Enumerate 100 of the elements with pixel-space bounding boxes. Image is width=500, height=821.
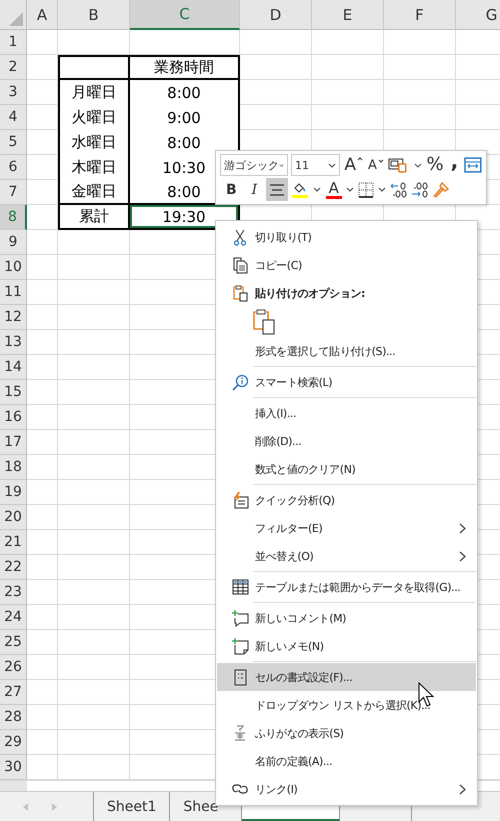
format-cells-icon [234, 668, 246, 686]
borders-icon[interactable] [358, 182, 374, 198]
caret-icon[interactable] [313, 187, 322, 192]
menu-item[interactable]: 新しいコメント(M) [217, 604, 476, 632]
menu-item[interactable]: 新しいメモ(N) [217, 632, 476, 660]
caret-down-icon [378, 158, 384, 162]
row-header[interactable]: 26 [0, 655, 27, 680]
menu-item[interactable]: セルの書式設定(F)... [217, 663, 476, 691]
row-header[interactable]: 4 [0, 105, 27, 130]
row-header[interactable]: 3 [0, 80, 27, 105]
decrease-font-size-button[interactable]: A [367, 158, 385, 172]
menu-item[interactable]: 挿入(I)... [217, 399, 476, 427]
row-header[interactable]: 6 [0, 155, 27, 180]
table-cell: 月曜日 [58, 80, 130, 105]
menu-item[interactable]: 並べ替え(O) [217, 542, 476, 570]
sheet-tab[interactable]: Sheet1 [94, 792, 170, 821]
row-header[interactable]: 23 [0, 580, 27, 605]
table-cell: 業務時間 [130, 55, 240, 80]
menu-item[interactable]: クイック分析(Q) [217, 486, 476, 514]
menu-item[interactable]: スマート検索(L) [217, 368, 476, 396]
row-header[interactable]: 11 [0, 280, 27, 305]
row-header[interactable]: 16 [0, 405, 27, 430]
row-header[interactable]: 18 [0, 455, 27, 480]
table-cell [58, 55, 130, 80]
caret-icon[interactable] [346, 187, 354, 192]
new-comment-icon [232, 610, 248, 626]
row-header[interactable]: 14 [0, 355, 27, 380]
row-header[interactable]: 12 [0, 305, 27, 330]
menu-item[interactable]: 名前の定義(A)... [217, 747, 476, 775]
caret-icon[interactable] [378, 187, 386, 192]
column-header[interactable]: C [130, 0, 240, 30]
font-size-dropdown[interactable]: 11 [291, 154, 340, 176]
column-header[interactable]: D [240, 0, 312, 30]
row-header[interactable]: 9 [0, 230, 27, 255]
row-header[interactable]: 7 [0, 180, 27, 205]
column-header[interactable]: E [312, 0, 384, 30]
increase-decimal-icon[interactable] [411, 182, 430, 198]
paste-option-button[interactable] [253, 308, 275, 336]
menu-section-header: 貼り付けのオプション: [255, 286, 366, 300]
table-cell: 9:00 [130, 105, 240, 130]
row-header[interactable]: 21 [0, 530, 27, 555]
column-header[interactable]: B [58, 0, 130, 30]
caret-up-icon [357, 156, 364, 160]
row-header[interactable]: 13 [0, 330, 27, 355]
scissors-icon [234, 228, 246, 246]
row-header[interactable]: 25 [0, 630, 27, 655]
clipboard-icon [232, 284, 248, 302]
row-header[interactable]: 27 [0, 680, 27, 705]
align-center-icon [269, 182, 286, 196]
row-header[interactable]: 17 [0, 430, 27, 455]
table-cell: 累計 [58, 205, 130, 230]
percent-style-button[interactable]: % [426, 156, 445, 174]
align-center-button[interactable] [266, 178, 288, 201]
column-header[interactable]: F [384, 0, 456, 30]
copy-icon [232, 256, 248, 274]
decrease-decimal-icon[interactable] [390, 182, 408, 198]
caret-icon[interactable] [414, 162, 422, 168]
wrap-text-icon[interactable] [464, 157, 482, 173]
menu-item[interactable]: テーブルまたは範囲からデータを取得(G)... [217, 573, 476, 601]
menu-item[interactable]: 数式と値のクリア(N) [217, 455, 476, 483]
link-icon [231, 782, 249, 796]
table-cell: 水曜日 [58, 130, 130, 155]
table-cell: 火曜日 [58, 105, 130, 130]
column-header[interactable]: A [27, 0, 58, 30]
menu-item[interactable]: 削除(D)... [217, 427, 476, 455]
increase-font-size-button[interactable]: A [343, 156, 364, 174]
comma-style-button[interactable]: , [448, 151, 462, 171]
row-header[interactable]: 2 [0, 55, 27, 80]
row-header[interactable]: 19 [0, 480, 27, 505]
column-header[interactable]: G [456, 0, 500, 30]
row-header[interactable]: 8 [0, 205, 27, 230]
table-cell: 8:00 [130, 80, 240, 105]
menu-item[interactable]: 形式を選択して貼り付け(S)... [217, 337, 476, 365]
caret-icon [328, 162, 336, 168]
row-header[interactable]: 24 [0, 605, 27, 630]
phonetic-guide-icon [234, 725, 246, 741]
row-header[interactable]: 30 [0, 755, 27, 780]
row-header[interactable]: 22 [0, 555, 27, 580]
menu-item[interactable]: ドロップダウン リストから選択(K)... [217, 691, 476, 719]
table-icon [232, 579, 248, 595]
row-header[interactable]: 15 [0, 380, 27, 405]
new-note-icon [232, 638, 248, 654]
menu-item[interactable]: フィルター(E) [217, 514, 476, 542]
menu-item[interactable]: ふりがなの表示(S) [217, 719, 476, 747]
row-header[interactable]: 10 [0, 255, 27, 280]
caret-icon [279, 162, 284, 168]
font-name-dropdown[interactable]: 游ゴシック [220, 154, 288, 176]
menu-item[interactable]: コピー(C) [217, 251, 476, 279]
row-header[interactable]: 29 [0, 730, 27, 755]
row-header[interactable]: 5 [0, 130, 27, 155]
row-header[interactable]: 20 [0, 505, 27, 530]
bold-button[interactable]: B [220, 182, 243, 196]
table-cell: 金曜日 [58, 180, 130, 205]
fill-color-icon[interactable] [291, 180, 310, 198]
table-cell: 8:00 [130, 130, 240, 155]
italic-button[interactable]: I [246, 182, 264, 196]
row-header[interactable]: 1 [0, 30, 27, 55]
quick-analysis-icon [232, 492, 248, 508]
font-color-button[interactable]: A [328, 180, 339, 196]
row-header[interactable]: 28 [0, 705, 27, 730]
